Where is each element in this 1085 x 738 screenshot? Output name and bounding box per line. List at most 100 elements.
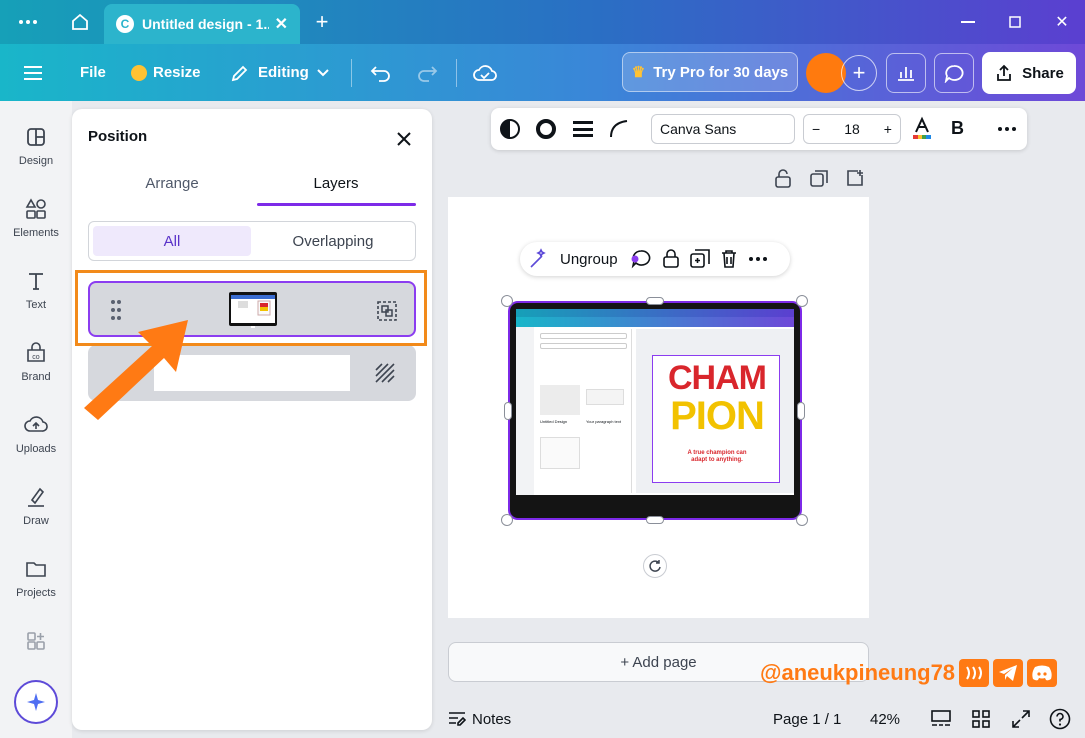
transparency-icon[interactable]: [499, 118, 521, 140]
new-tab-icon[interactable]: +: [310, 9, 334, 34]
more-options-icon[interactable]: [997, 126, 1017, 132]
zoom-level[interactable]: 42%: [870, 711, 900, 728]
active-tab-indicator: [257, 203, 416, 206]
watermark-text: @aneukpineung78: [760, 660, 956, 685]
maximize-icon[interactable]: [1003, 10, 1027, 34]
bold-button[interactable]: B: [951, 118, 964, 139]
close-icon[interactable]: [392, 127, 416, 151]
more-menu-icon[interactable]: [16, 10, 40, 34]
sidebar-item-label: Elements: [13, 227, 59, 239]
editing-mode-button[interactable]: Editing: [230, 44, 329, 101]
poster-headline-1: CHAM: [668, 359, 767, 397]
help-icon[interactable]: [1049, 708, 1071, 730]
font-size-value[interactable]: 18: [844, 121, 860, 137]
left-sidebar: Design Elements Text co Brand Uploads Dr…: [0, 101, 72, 738]
text-icon: [24, 269, 48, 293]
resize-handle-right[interactable]: [797, 402, 805, 420]
steemit-logo-icon: [959, 659, 990, 687]
add-page-icon[interactable]: [846, 169, 864, 187]
close-tab-icon[interactable]: ✕: [275, 14, 288, 34]
resize-handle-bottom-left[interactable]: [501, 514, 513, 526]
sidebar-item-label: Design: [18, 155, 54, 167]
resize-handle-top[interactable]: [646, 297, 664, 305]
resize-handle-left[interactable]: [504, 402, 512, 420]
sidebar-item-label: Brand: [21, 371, 51, 383]
resize-label: Resize: [153, 64, 201, 81]
comment-add-icon[interactable]: [630, 248, 652, 270]
laptop-mockup-image[interactable]: Untitled Design Your paragraph text CHAM…: [508, 301, 802, 520]
poster-quote: A true champion can adapt to anything.: [687, 450, 747, 463]
more-options-icon[interactable]: [748, 256, 768, 262]
delete-icon[interactable]: [720, 249, 738, 269]
hamburger-menu-icon[interactable]: [24, 44, 44, 101]
text-color-icon[interactable]: [911, 116, 933, 140]
element-context-menu: Ungroup: [520, 242, 790, 276]
grid-view-icon[interactable]: [972, 710, 990, 728]
share-icon: [994, 63, 1014, 83]
close-window-icon[interactable]: ✕: [1050, 10, 1074, 34]
editing-label: Editing: [258, 64, 309, 81]
annotation-arrow-icon: [80, 316, 192, 424]
segment-overlapping[interactable]: Overlapping: [255, 226, 411, 256]
fullscreen-icon[interactable]: [1012, 710, 1030, 728]
cloud-saved-icon[interactable]: [473, 44, 497, 101]
tab-title: Untitled design - 1...: [142, 16, 269, 32]
line-weight-icon[interactable]: [573, 120, 593, 138]
lock-page-icon[interactable]: [774, 169, 792, 189]
try-pro-button[interactable]: ♛ Try Pro for 30 days: [622, 52, 798, 92]
sidebar-item-apps[interactable]: [0, 629, 72, 659]
resize-handle-top-left[interactable]: [501, 295, 513, 307]
undo-icon[interactable]: [370, 44, 392, 101]
magic-edit-icon[interactable]: [528, 248, 550, 270]
minimize-icon[interactable]: [956, 10, 980, 34]
border-style-icon[interactable]: [535, 118, 557, 140]
notes-button[interactable]: Notes: [448, 711, 511, 728]
sidebar-item-projects[interactable]: Projects: [0, 557, 72, 599]
sidebar-item-label: Text: [25, 299, 47, 311]
sparkle-icon: [25, 691, 47, 713]
sidebar-item-text[interactable]: Text: [0, 269, 72, 311]
tab-layers[interactable]: Layers: [256, 175, 416, 192]
tab-arrange[interactable]: Arrange: [92, 175, 252, 192]
screen-design-label: Untitled Design: [540, 419, 568, 424]
ungroup-button[interactable]: Ungroup: [560, 251, 618, 268]
resize-handle-bottom[interactable]: [646, 516, 664, 524]
resize-handle-bottom-right[interactable]: [796, 514, 808, 526]
resize-handle-top-right[interactable]: [796, 295, 808, 307]
sidebar-item-draw[interactable]: Draw: [0, 485, 72, 527]
apps-icon: [24, 629, 48, 653]
segment-all[interactable]: All: [93, 226, 251, 256]
sidebar-item-brand[interactable]: co Brand: [0, 341, 72, 383]
sidebar-item-uploads[interactable]: Uploads: [0, 413, 72, 455]
comment-icon: [944, 63, 964, 83]
home-icon[interactable]: [68, 10, 92, 34]
avatar[interactable]: [806, 53, 846, 93]
resize-button[interactable]: Resize: [131, 44, 201, 101]
rotate-handle-icon[interactable]: [643, 554, 667, 578]
elements-icon: [24, 197, 48, 221]
add-collaborator-button[interactable]: +: [841, 55, 877, 91]
font-family-select[interactable]: Canva Sans: [651, 114, 795, 144]
redo-icon[interactable]: [416, 44, 438, 101]
decrease-size-button[interactable]: −: [812, 121, 820, 137]
page-indicator[interactable]: Page 1 / 1: [773, 711, 841, 728]
increase-size-button[interactable]: +: [884, 121, 892, 137]
magic-assistant-button[interactable]: [14, 680, 58, 724]
sidebar-item-elements[interactable]: Elements: [0, 197, 72, 239]
comments-button[interactable]: [934, 53, 974, 93]
champion-poster: CHAM PION A true champion can adapt to a…: [652, 355, 780, 483]
document-tab[interactable]: C Untitled design - 1... ✕: [104, 4, 300, 44]
duplicate-page-icon[interactable]: [810, 170, 828, 188]
try-pro-label: Try Pro for 30 days: [653, 63, 789, 81]
duplicate-icon[interactable]: [689, 249, 710, 269]
brand-icon: co: [24, 341, 48, 365]
crown-icon: [131, 64, 147, 81]
share-button[interactable]: Share: [982, 52, 1076, 94]
sidebar-item-label: Draw: [23, 515, 49, 527]
file-menu[interactable]: File: [80, 44, 106, 101]
insights-button[interactable]: [886, 53, 926, 93]
corner-rounding-icon[interactable]: [609, 119, 629, 139]
sidebar-item-design[interactable]: Design: [0, 125, 72, 167]
lock-icon[interactable]: [662, 249, 680, 269]
thumbnail-view-icon[interactable]: [931, 710, 951, 728]
